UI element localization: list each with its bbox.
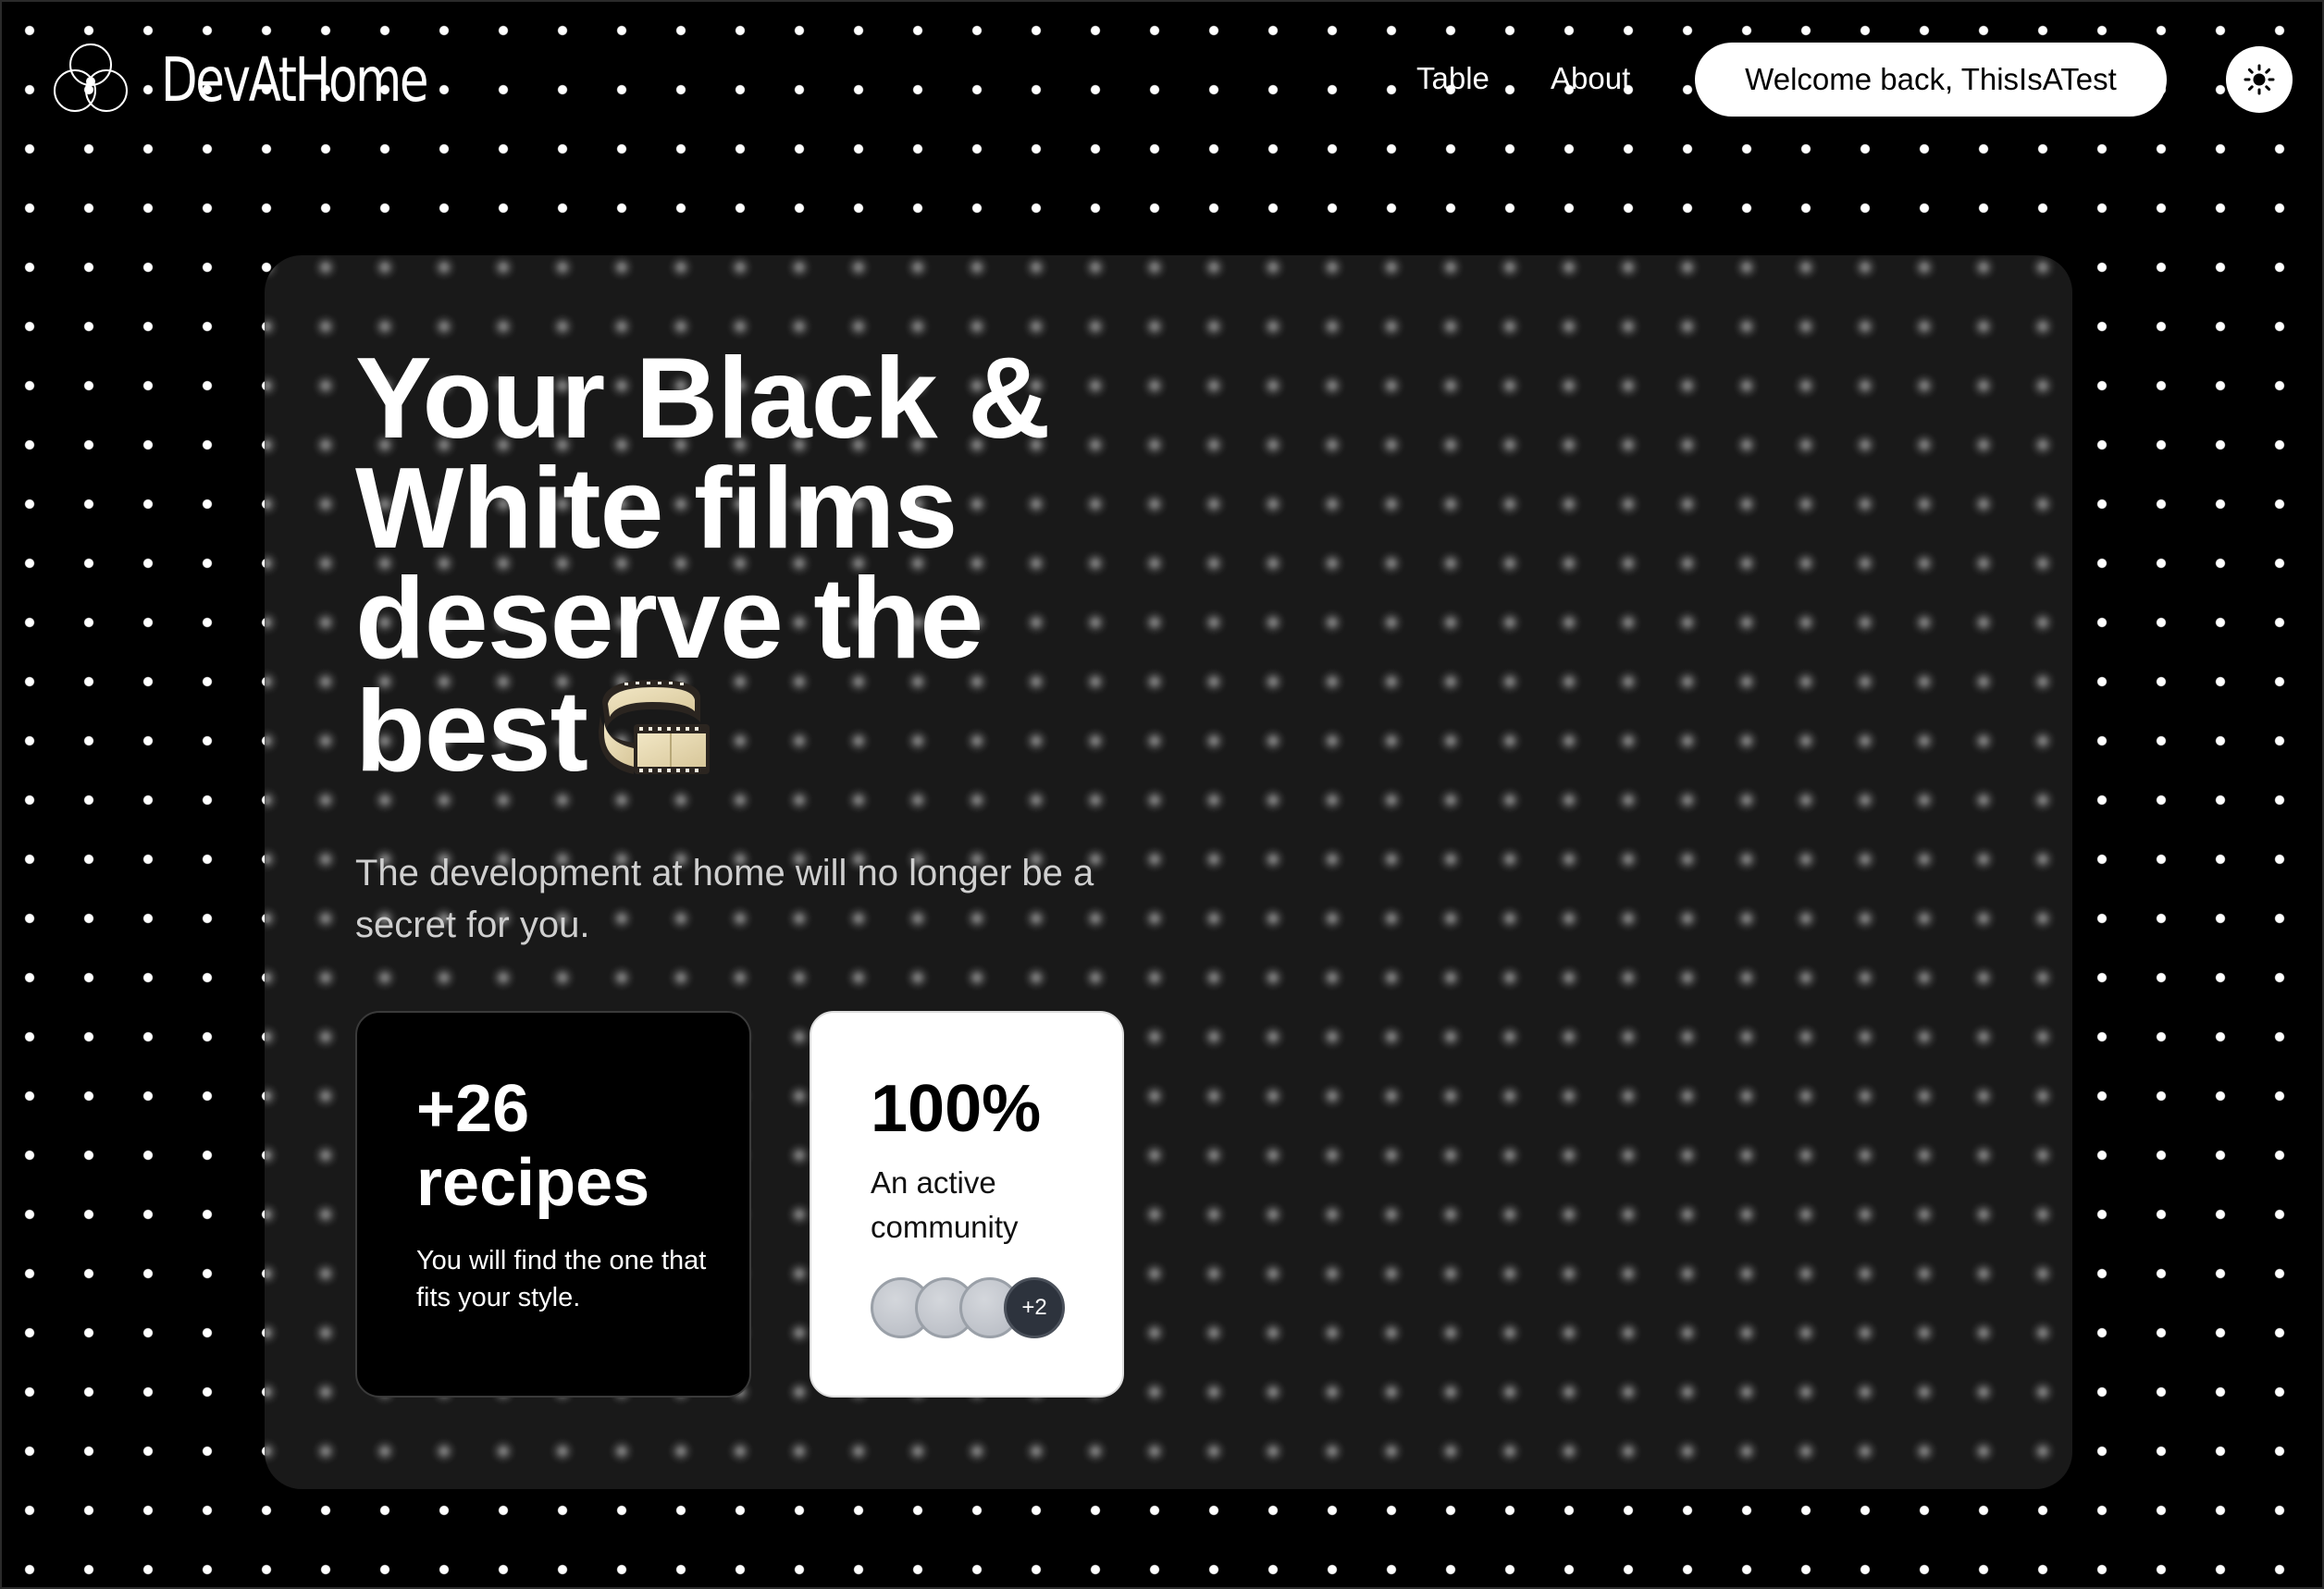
community-avatars: +2 bbox=[871, 1277, 1065, 1338]
nav-link-about[interactable]: About bbox=[1551, 61, 1630, 96]
recipes-count: +26 recipes bbox=[416, 1072, 650, 1220]
recipes-stat-card: +26 recipes You will find the one that f… bbox=[355, 1011, 751, 1398]
theme-toggle-button[interactable] bbox=[2226, 46, 2293, 113]
community-percent: 100% bbox=[871, 1072, 1042, 1146]
recipes-caption: You will find the one that fits your sty… bbox=[416, 1246, 707, 1312]
welcome-user-button[interactable]: Welcome back, ThisIsATest bbox=[1695, 43, 2167, 117]
community-stat-card: 100% An active community +2 bbox=[810, 1011, 1124, 1398]
film-strip-icon bbox=[597, 674, 711, 794]
overlapping-circles-logo-icon bbox=[54, 43, 128, 112]
welcome-label: Welcome back, ThisIsATest bbox=[1745, 62, 2117, 96]
community-caption: An active community bbox=[871, 1165, 1019, 1244]
hero-card: Your Black & White films deserve the bes… bbox=[265, 255, 2072, 1489]
hero-subtitle: The development at home will no longer b… bbox=[355, 853, 1094, 945]
nav-link-table[interactable]: Table bbox=[1416, 61, 1490, 96]
hero-title: Your Black & White films deserve the bes… bbox=[355, 341, 1188, 794]
brand-logo[interactable]: DevAtHome bbox=[44, 33, 501, 126]
sun-icon bbox=[2244, 64, 2275, 95]
brand-name: DevAtHome bbox=[161, 43, 429, 116]
more-members-badge: +2 bbox=[1004, 1277, 1065, 1338]
